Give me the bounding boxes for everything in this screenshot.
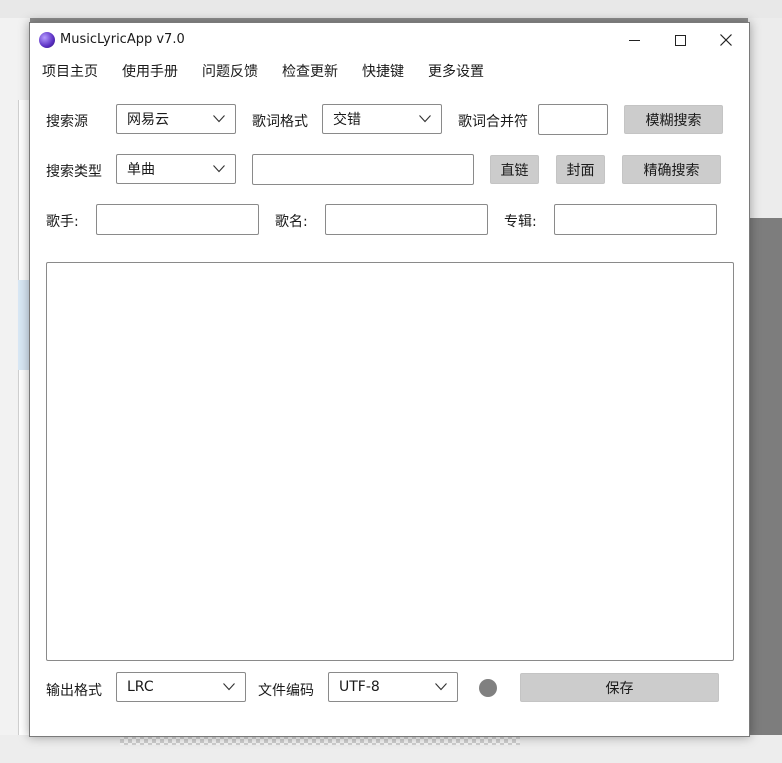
search-type-label: 搜索类型 [46,164,102,180]
song-name-input[interactable] [325,204,488,235]
minimize-icon [628,39,640,41]
status-indicator [479,679,497,697]
search-source-label: 搜索源 [46,114,88,130]
output-format-select[interactable]: LRC [116,672,246,702]
file-encoding-select[interactable]: UTF-8 [328,672,458,702]
search-source-value: 网易云 [127,112,169,128]
cover-button[interactable]: 封面 [556,155,605,184]
minimize-button[interactable] [611,23,657,57]
search-type-select[interactable]: 单曲 [116,154,236,184]
chevron-down-icon [213,165,225,173]
save-button[interactable]: 保存 [520,673,719,702]
menu-item-shortcuts[interactable]: 快捷键 [362,61,404,81]
app-window: MusicLyricApp v7.0 项目主页 使用手册 问题反馈 检查更新 快… [29,22,750,737]
menu-item-check-update[interactable]: 检查更新 [282,61,338,81]
chevron-down-icon [419,115,431,123]
fuzzy-search-button[interactable]: 模糊搜索 [624,105,723,134]
exact-search-button[interactable]: 精确搜索 [622,155,721,184]
menu-item-manual[interactable]: 使用手册 [122,61,178,81]
window-title: MusicLyricApp v7.0 [60,32,185,47]
singer-input[interactable] [96,204,259,235]
chevron-down-icon [435,683,447,691]
desktop-background-top [0,0,782,18]
output-format-value: LRC [127,679,154,695]
menu-item-feedback[interactable]: 问题反馈 [202,61,258,81]
file-encoding-value: UTF-8 [339,679,380,695]
maximize-button[interactable] [657,23,703,57]
background-window-right-top [748,18,782,218]
merge-char-label: 歌词合并符 [458,114,528,130]
lyric-format-label: 歌词格式 [252,114,308,130]
search-type-value: 单曲 [127,162,155,178]
album-input[interactable] [554,204,717,235]
chevron-down-icon [223,683,235,691]
singer-label: 歌手: [46,214,79,230]
chevron-down-icon [213,115,225,123]
close-button[interactable] [703,23,749,57]
menu-bar: 项目主页 使用手册 问题反馈 检查更新 快捷键 更多设置 [30,61,749,85]
search-source-select[interactable]: 网易云 [116,104,236,134]
merge-char-input[interactable] [538,104,608,135]
title-bar[interactable]: MusicLyricApp v7.0 [30,23,749,57]
output-format-label: 输出格式 [46,683,102,699]
lyric-format-select[interactable]: 交错 [322,104,442,134]
lyrics-textarea[interactable] [46,262,734,661]
lyric-format-value: 交错 [333,112,361,128]
direct-link-button[interactable]: 直链 [490,155,539,184]
menu-item-homepage[interactable]: 项目主页 [42,61,98,81]
file-encoding-label: 文件编码 [258,683,314,699]
close-icon [720,34,732,46]
app-logo-icon [39,32,55,48]
song-name-label: 歌名: [275,214,308,230]
menu-item-more-settings[interactable]: 更多设置 [428,61,484,81]
maximize-icon [674,34,686,46]
album-label: 专辑: [504,214,537,230]
search-keyword-input[interactable] [252,154,474,185]
